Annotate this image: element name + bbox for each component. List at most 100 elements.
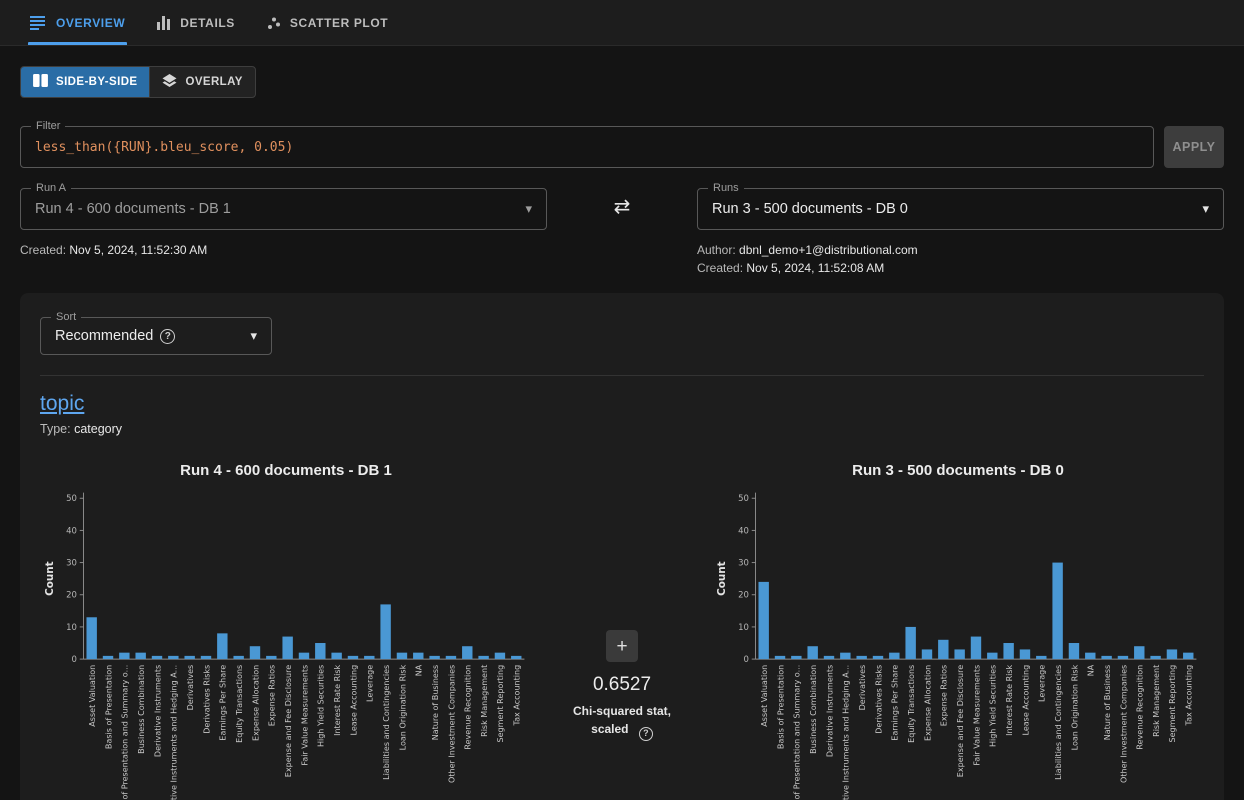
x-tick-label: Interest Rate Risk <box>333 664 342 735</box>
x-tick-label: Equity Transactions <box>235 665 244 743</box>
type-label: Type: <box>40 422 71 436</box>
y-tick-label: 0 <box>71 655 76 665</box>
metric-type-line: Type: category <box>40 422 1204 436</box>
tab-overview[interactable]: OVERVIEW <box>14 0 141 45</box>
x-tick-label: Leverage <box>1038 665 1047 702</box>
x-tick-label: Expense and Fee Disclosure <box>956 665 965 777</box>
tab-scatter-plot[interactable]: SCATTER PLOT <box>251 0 404 45</box>
x-tick-label: Liabilities and Contingencies <box>382 665 391 780</box>
filter-expression: less_than({RUN}.bleu_score, 0.05) <box>35 140 293 155</box>
created-value: Nov 5, 2024, 11:52:30 AM <box>69 243 207 257</box>
bar <box>152 656 162 659</box>
bar <box>1003 643 1013 659</box>
tab-details[interactable]: DETAILS <box>141 0 251 45</box>
app-root: { "colors": { "accent": "#4d9fec", "bar"… <box>0 0 1244 800</box>
view-mode-toggle: SIDE-BY-SIDE OVERLAY <box>20 66 256 98</box>
bar <box>315 643 325 659</box>
run-a-select[interactable]: Run A Run 4 - 600 documents - DB 1 ▾ <box>20 188 547 230</box>
x-tick-label: Risk Management <box>1152 665 1161 737</box>
x-tick-label: Other Investment Companies <box>1119 665 1128 783</box>
apply-button[interactable]: APPLY <box>1164 126 1224 168</box>
x-tick-label: Asset Valuation <box>88 665 97 727</box>
tab-scatter-plot-label: SCATTER PLOT <box>290 16 388 30</box>
runs-select[interactable]: Runs Run 3 - 500 documents - DB 0 ▾ <box>697 188 1224 230</box>
bar <box>954 649 964 659</box>
charts-row: Run 4 - 600 documents - DB 1 01020304050… <box>40 462 1204 800</box>
tab-details-label: DETAILS <box>180 16 235 30</box>
bar <box>201 656 211 659</box>
bar <box>429 656 439 659</box>
bar <box>856 656 866 659</box>
bar <box>1150 656 1160 659</box>
type-value: category <box>74 422 122 436</box>
bar <box>266 656 276 659</box>
overlay-toggle[interactable]: OVERLAY <box>149 67 254 97</box>
x-tick-label: Earnings Per Share <box>219 665 228 741</box>
filter-input[interactable]: Filter less_than({RUN}.bleu_score, 0.05) <box>20 126 1154 168</box>
bar <box>1134 646 1144 659</box>
bar <box>364 656 374 659</box>
metric-title-link[interactable]: topic <box>40 392 84 416</box>
author-label: Author: <box>697 243 736 257</box>
sort-select[interactable]: Sort Recommended ? ▾ <box>40 317 272 355</box>
help-icon[interactable]: ? <box>160 329 175 344</box>
side-by-side-icon <box>33 74 48 90</box>
overlay-label: OVERLAY <box>185 76 242 88</box>
bar <box>282 637 292 660</box>
x-tick-label: Expense Allocation <box>923 665 932 741</box>
x-tick-label: Derivatives <box>186 665 195 711</box>
x-tick-label: Derivatives Risks <box>202 665 211 734</box>
chart-title: Run 4 - 600 documents - DB 1 <box>40 462 532 479</box>
runs-field-label: Runs <box>708 181 744 195</box>
y-tick-label: 20 <box>66 591 77 601</box>
bar <box>971 637 981 660</box>
bar <box>758 582 768 659</box>
bar <box>1020 649 1030 659</box>
bar <box>922 649 932 659</box>
x-tick-label: Loan Origination Risk <box>1070 664 1079 750</box>
bar <box>119 653 129 659</box>
created-label: Created: <box>20 243 66 257</box>
x-tick-label: Risk Management <box>480 665 489 737</box>
bar <box>775 656 785 659</box>
main-content: SIDE-BY-SIDE OVERLAY Filter less_than({R… <box>0 46 1244 800</box>
bar <box>413 653 423 659</box>
x-tick-label: Expense Ratios <box>940 665 949 726</box>
x-tick-label: Expense Allocation <box>251 665 260 741</box>
scatter-dots-icon <box>267 16 281 30</box>
x-tick-label: NA <box>1087 664 1096 676</box>
x-tick-label: Equity Transactions <box>907 665 916 743</box>
x-tick-label: Loan Origination Risk <box>398 664 407 750</box>
bar <box>495 653 505 659</box>
x-tick-label: High Yield Securities <box>989 665 998 747</box>
y-axis-label: Count <box>44 561 56 596</box>
bar <box>824 656 834 659</box>
overview-icon <box>30 16 47 30</box>
bar <box>478 656 488 659</box>
run-a-value: Run 4 - 600 documents - DB 1 <box>35 201 515 217</box>
x-tick-label: Fair Value Measurements <box>972 665 981 766</box>
y-tick-label: 10 <box>738 623 749 633</box>
bar <box>1118 656 1128 659</box>
x-tick-label: Tax Accounting <box>1185 665 1194 727</box>
side-by-side-toggle[interactable]: SIDE-BY-SIDE <box>21 67 149 97</box>
x-tick-label: Basis of Presentation and Summary o... <box>793 665 802 800</box>
help-icon[interactable]: ? <box>639 727 653 741</box>
chart-title: Run 3 - 500 documents - DB 0 <box>712 462 1204 479</box>
bar <box>1085 653 1095 659</box>
swap-runs-button[interactable]: ⇄ <box>614 197 631 217</box>
sort-value: Recommended <box>55 328 153 344</box>
run-a-field-label: Run A <box>31 181 71 195</box>
filter-row: Filter less_than({RUN}.bleu_score, 0.05)… <box>20 126 1224 168</box>
x-tick-label: Revenue Recognition <box>464 665 473 750</box>
x-tick-label: Nature of Business <box>1103 665 1112 741</box>
stat-value: 0.6527 <box>593 674 651 696</box>
filter-field-label: Filter <box>31 119 65 133</box>
bar <box>511 656 521 659</box>
x-tick-label: Derivatives Risks <box>874 665 883 734</box>
x-tick-label: Revenue Recognition <box>1136 665 1145 750</box>
x-tick-label: Business Combination <box>809 665 818 754</box>
x-tick-label: Business Combination <box>137 665 146 754</box>
x-tick-label: Earnings Per Share <box>891 665 900 741</box>
expand-button[interactable]: + <box>606 630 638 662</box>
